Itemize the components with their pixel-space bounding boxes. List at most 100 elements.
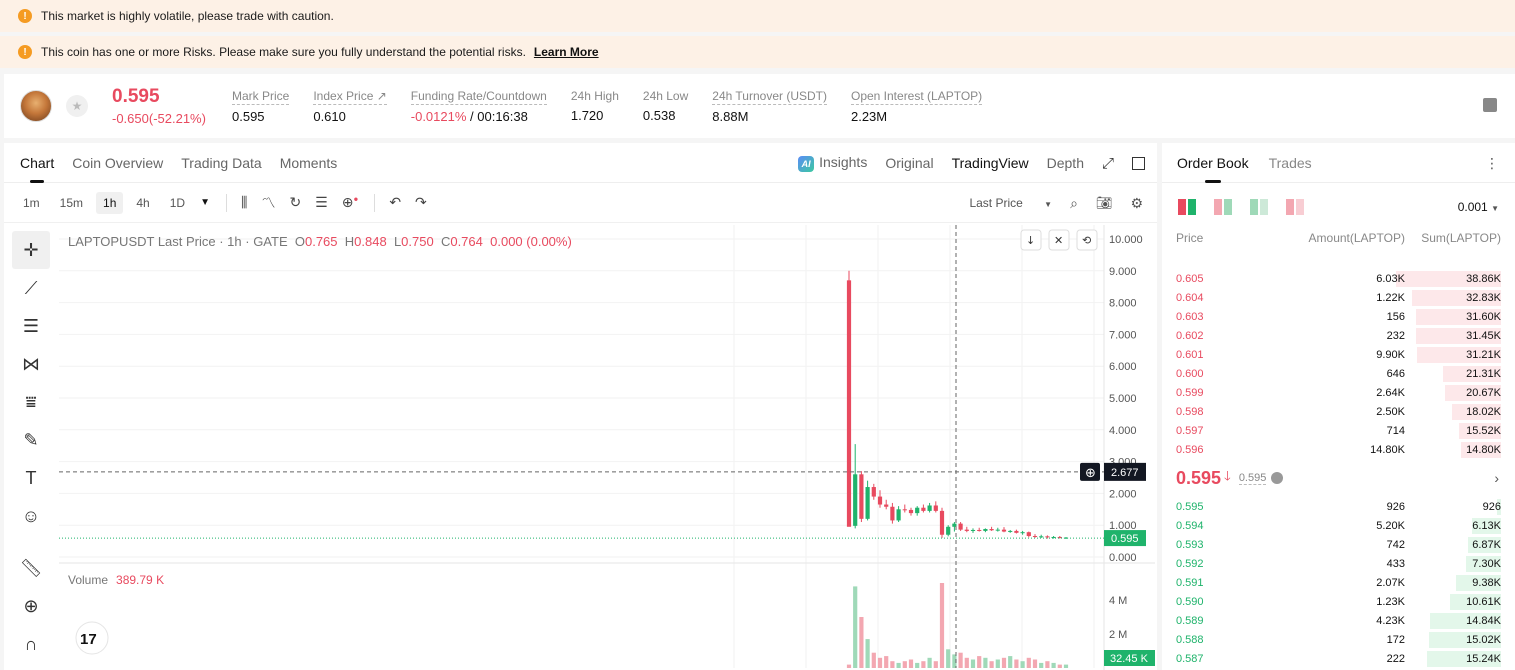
templates-icon[interactable]: ☰ — [315, 194, 328, 211]
tab-trading-data[interactable]: Trading Data — [181, 143, 261, 183]
last-price: 0.595 — [112, 86, 160, 107]
tab-order-book[interactable]: Order Book — [1177, 143, 1249, 183]
order-book-tabs: Order Book Trades ⋮ — [1162, 143, 1515, 183]
ask-row[interactable]: 0.599 2.64K 20.67K — [1162, 383, 1515, 402]
ask-row[interactable]: 0.602 232 31.45K — [1162, 326, 1515, 345]
chevron-right-icon[interactable]: › — [1494, 470, 1499, 486]
pattern-icon[interactable]: ⋈ — [12, 345, 50, 383]
tab-chart[interactable]: Chart — [20, 143, 54, 183]
fullscreen-icon[interactable]: ⤢ — [1102, 155, 1114, 172]
bid-row[interactable]: 0.591 2.07K 9.38K — [1162, 573, 1515, 592]
ask-row[interactable]: 0.597 714 15.52K — [1162, 421, 1515, 440]
reset-chart-icon[interactable]: ⟲ — [1082, 234, 1091, 247]
bid-row[interactable]: 0.590 1.23K 10.61K — [1162, 592, 1515, 611]
tab-moments[interactable]: Moments — [280, 143, 338, 183]
ask-row[interactable]: 0.603 156 31.60K — [1162, 307, 1515, 326]
original-view-button[interactable]: Original — [885, 155, 933, 171]
undo-icon[interactable]: ↶ — [389, 194, 401, 211]
ask-row[interactable]: 0.601 9.90K 31.21K — [1162, 345, 1515, 364]
bid-row[interactable]: 0.592 433 7.30K — [1162, 554, 1515, 573]
ask-row[interactable]: 0.598 2.50K 18.02K — [1162, 402, 1515, 421]
layout-asks-icon[interactable] — [1286, 199, 1304, 215]
redo-icon[interactable]: ↷ — [415, 194, 427, 211]
zoom-in-icon[interactable]: ⊕ — [12, 587, 50, 625]
price-axis-label: 0.000 — [1109, 552, 1137, 564]
plus-icon: ⊕ — [1085, 466, 1096, 481]
interval-15m[interactable]: 15m — [53, 192, 90, 214]
row-sum: 6.13K — [1472, 519, 1501, 532]
volume-bar — [995, 659, 1000, 668]
replay-icon[interactable]: ↻ — [289, 194, 301, 211]
popout-window-icon[interactable] — [1132, 156, 1145, 170]
ask-row[interactable]: 0.604 1.22K 32.83K — [1162, 288, 1515, 307]
stat-label[interactable]: 24h Turnover (USDT) — [712, 89, 827, 105]
search-icon[interactable]: ⌕ — [1070, 195, 1078, 212]
stat-24h-high: 24h High 1.720 — [571, 89, 643, 123]
interval-1h[interactable]: 1h — [96, 191, 124, 214]
add-alert-icon[interactable]: ⊕● — [342, 194, 359, 211]
layout-bids-icon[interactable] — [1250, 199, 1268, 215]
layout-split-icon[interactable] — [1214, 199, 1232, 215]
price-chart[interactable]: 10.0009.0008.0007.0006.0005.0004.0003.00… — [59, 225, 1155, 670]
interval-dropdown-chevron-icon[interactable]: ▼ — [200, 197, 210, 208]
more-options-icon[interactable]: ⋮ — [1485, 155, 1499, 172]
candle-type-icon[interactable]: ⫼ — [241, 194, 247, 211]
interval-1m[interactable]: 1m — [16, 192, 47, 214]
depth-view-button[interactable]: Depth — [1047, 155, 1084, 171]
layout-both-icon[interactable] — [1178, 199, 1196, 215]
ask-row[interactable]: 0.600 646 21.31K — [1162, 364, 1515, 383]
precision-select[interactable]: 0.001 ▼ — [1458, 200, 1499, 214]
tab-coin-overview[interactable]: Coin Overview — [72, 143, 163, 183]
stat-label[interactable]: Funding Rate/Countdown — [410, 89, 547, 105]
ask-row[interactable]: 0.596 14.80K 14.80K — [1162, 440, 1515, 459]
stat-label[interactable]: Index Price ↗ — [313, 89, 387, 105]
bid-row[interactable]: 0.595 926 926 — [1162, 497, 1515, 516]
row-sum: 31.60K — [1466, 310, 1501, 323]
settings-gear-icon[interactable]: ⚙ — [1130, 195, 1143, 212]
row-amount: 1.22K — [1376, 291, 1405, 304]
crosshair-icon[interactable]: ✛ — [12, 231, 50, 269]
brush-icon[interactable]: ✎ — [12, 421, 50, 459]
order-book-header: Price Amount(LAPTOP) Sum(LAPTOP) — [1162, 231, 1515, 247]
legend-low: 0.750 — [401, 234, 434, 249]
row-sum: 10.61K — [1466, 595, 1501, 608]
emoji-icon[interactable]: ☺ — [12, 497, 50, 535]
chevron-down-icon: ▼ — [1491, 204, 1499, 213]
candle-body — [1014, 530, 1019, 533]
mid-price-row[interactable]: 0.595 🡓 0.595 › — [1162, 459, 1515, 497]
indicators-icon[interactable]: 〽 — [261, 193, 275, 213]
trend-line-icon[interactable]: ⟋ — [12, 269, 50, 307]
risk-banner: ! This coin has one or more Risks. Pleas… — [0, 36, 1515, 68]
bid-row[interactable]: 0.593 742 6.87K — [1162, 535, 1515, 554]
row-price: 0.596 — [1176, 443, 1204, 456]
bid-row[interactable]: 0.594 5.20K 6.13K — [1162, 516, 1515, 535]
stat-label[interactable]: Open Interest (LAPTOP) — [850, 89, 983, 105]
scroll-down-icon[interactable]: ↓ — [1026, 234, 1035, 247]
bid-row[interactable]: 0.588 172 15.02K — [1162, 630, 1515, 649]
text-tool-icon[interactable]: T — [12, 459, 50, 497]
bid-row[interactable]: 0.589 4.23K 14.84K — [1162, 611, 1515, 630]
insights-button[interactable]: AI Insights — [798, 154, 867, 172]
tradingview-button[interactable]: TradingView — [952, 155, 1029, 171]
row-amount: 4.23K — [1376, 614, 1405, 627]
fib-lines-icon[interactable]: ☰ — [12, 307, 50, 345]
candle-body — [908, 509, 914, 514]
stat-label[interactable]: Mark Price — [232, 89, 290, 105]
interval-1d[interactable]: 1D — [163, 192, 192, 214]
magnet-icon[interactable]: ∩ — [12, 625, 50, 663]
candle-body — [1001, 529, 1007, 532]
collapse-icon[interactable]: ✕ — [1054, 234, 1063, 247]
chevron-down-icon: ▼ — [1044, 200, 1053, 209]
ruler-icon[interactable]: 📏︎ — [12, 549, 50, 587]
ask-row[interactable]: 0.605 6.03K 38.86K — [1162, 269, 1515, 288]
favorite-star-icon[interactable]: ★ — [66, 95, 88, 117]
camera-icon[interactable]: 📷︎ — [1096, 195, 1113, 211]
volume-bar — [927, 657, 932, 668]
price-type-select[interactable]: Last Price ▼ — [951, 196, 1052, 210]
tab-trades[interactable]: Trades — [1269, 143, 1312, 183]
learn-more-link[interactable]: Learn More — [534, 45, 599, 59]
bid-row[interactable]: 0.587 222 15.24K — [1162, 649, 1515, 668]
projection-icon[interactable]: ⩸ — [12, 383, 50, 421]
interval-4h[interactable]: 4h — [129, 192, 156, 214]
guide-book-icon[interactable] — [1483, 98, 1497, 112]
